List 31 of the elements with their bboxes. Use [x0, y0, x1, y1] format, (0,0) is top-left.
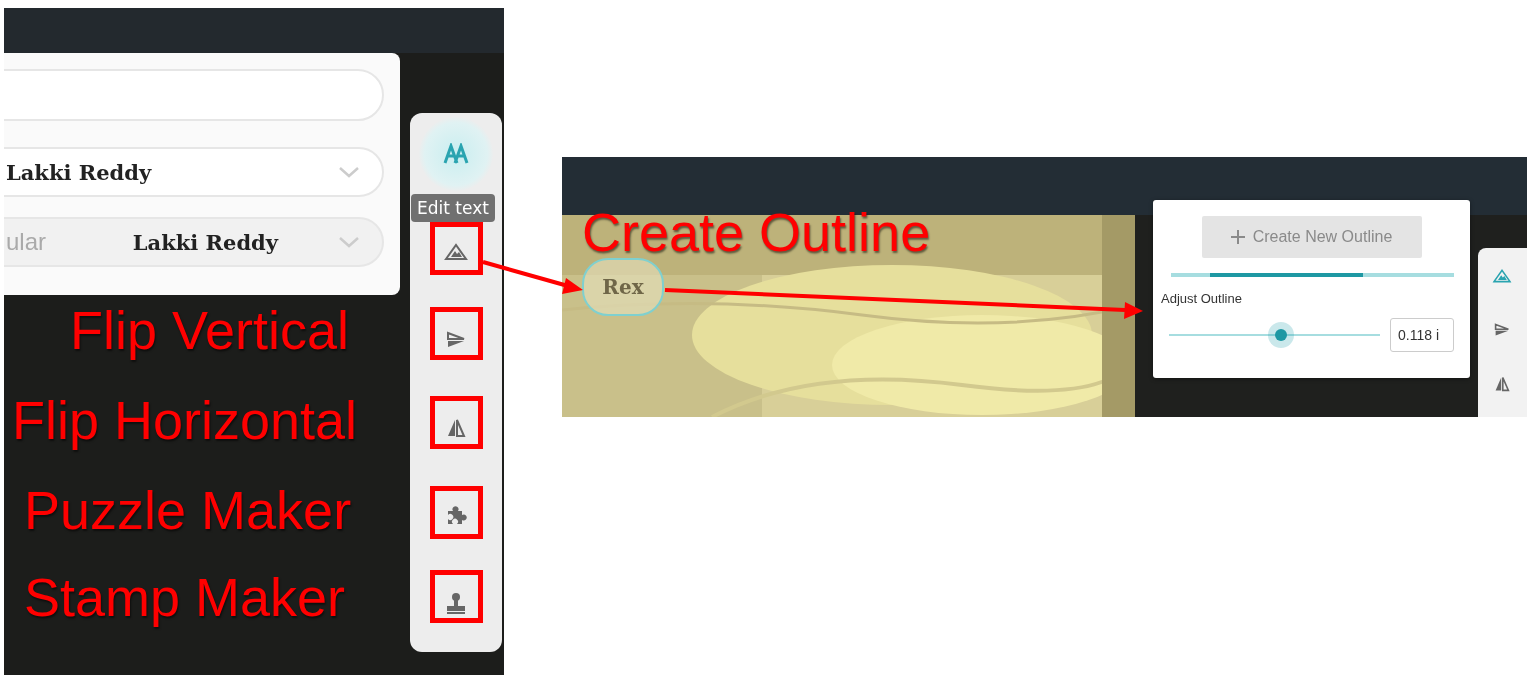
chevron-icon: [338, 236, 360, 248]
annotation-label: Stamp Maker: [24, 567, 346, 627]
text-field[interactable]: [4, 69, 384, 121]
slider-label: Adjust Outline: [1161, 291, 1243, 306]
annotation-label: Flip Horizontal: [12, 390, 358, 450]
style-value: ular: [6, 228, 48, 256]
highlight-box: [430, 396, 483, 449]
tooltip: Edit text: [411, 194, 495, 222]
puzzle-icon: [445, 505, 467, 527]
annotation-label: Flip Vertical: [70, 300, 350, 360]
text-icon: [443, 143, 469, 165]
flip-vertical-icon: [446, 331, 466, 349]
outline-size-field[interactable]: 0.118 i: [1390, 318, 1454, 352]
highlight-box: [430, 486, 483, 539]
highlight-box: [430, 570, 483, 623]
font-preview: Lakki Reddy: [132, 229, 278, 255]
annotation-label: Puzzle Maker: [24, 480, 352, 540]
stamp-icon: [445, 592, 467, 616]
flip-horizontal-icon: [446, 418, 466, 438]
chevron-icon: [338, 166, 360, 178]
style-dropdown[interactable]: ular Lakki Reddy: [4, 217, 384, 267]
font-dropdown[interactable]: Lakki Reddy: [4, 147, 384, 197]
mountain-icon: [1492, 268, 1512, 284]
mountain-icon: [444, 243, 468, 261]
flip-horizontal-icon: [1494, 376, 1510, 392]
text-object[interactable]: Rex: [582, 258, 664, 316]
slider-thumb[interactable]: [1267, 322, 1294, 348]
highlight-box: [430, 307, 483, 360]
plus-icon: [1230, 230, 1245, 244]
flip-vertical-icon: [1494, 322, 1510, 338]
highlight-box: [430, 222, 483, 275]
